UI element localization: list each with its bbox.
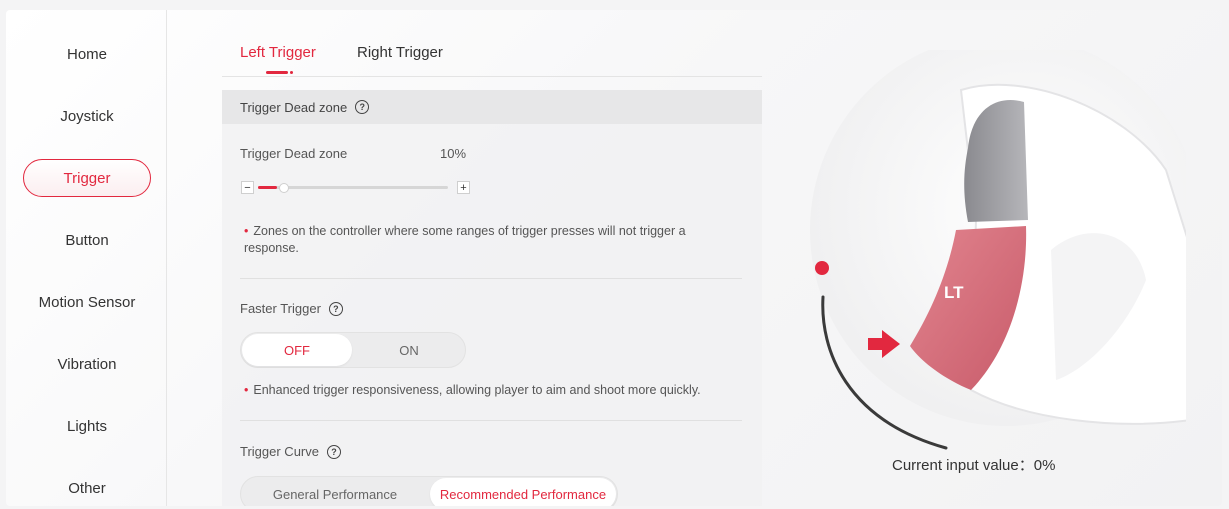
faster-trigger-label: Faster Trigger bbox=[240, 301, 321, 316]
slider-knob[interactable] bbox=[279, 183, 289, 193]
settings-panel: Trigger Dead zone ? Trigger Dead zone 10… bbox=[222, 90, 762, 506]
trigger-curve-label: Trigger Curve bbox=[240, 444, 319, 459]
note-text: Zones on the controller where some range… bbox=[244, 224, 686, 255]
faster-trigger-title: Faster Trigger ? bbox=[240, 301, 343, 316]
trigger-tabs: Left Trigger Right Trigger bbox=[222, 10, 762, 77]
dead-zone-value: 10% bbox=[440, 146, 467, 161]
section-header-dead-zone: Trigger Dead zone ? bbox=[222, 90, 762, 124]
dead-zone-label: Trigger Dead zone bbox=[240, 146, 348, 161]
sidebar-item-joystick[interactable]: Joystick bbox=[23, 97, 151, 135]
bullet-icon: • bbox=[244, 383, 249, 397]
decrease-button[interactable]: − bbox=[241, 181, 254, 194]
dead-zone-note: • Zones on the controller where some rang… bbox=[244, 223, 734, 257]
trigger-label: LT bbox=[944, 283, 964, 302]
input-indicator-dot bbox=[815, 261, 829, 275]
faster-trigger-off-option[interactable]: OFF bbox=[242, 334, 352, 366]
sidebar-item-label: Home bbox=[66, 45, 107, 63]
active-tab-indicator bbox=[266, 71, 293, 74]
sidebar-item-label: Joystick bbox=[60, 107, 114, 125]
sidebar-item-lights[interactable]: Lights bbox=[23, 407, 151, 445]
trigger-curve-recommended-option[interactable]: Recommended Performance bbox=[430, 478, 616, 506]
sidebar-item-button[interactable]: Button bbox=[23, 221, 151, 259]
tab-right-trigger[interactable]: Right Trigger bbox=[357, 44, 443, 61]
sidebar-item-home[interactable]: Home bbox=[23, 35, 151, 73]
faster-trigger-toggle: OFF ON bbox=[240, 332, 466, 368]
sidebar-item-motion-sensor[interactable]: Motion Sensor bbox=[23, 283, 151, 321]
sidebar-item-label: Button bbox=[65, 231, 109, 249]
note-text: Enhanced trigger responsiveness, allowin… bbox=[253, 383, 701, 397]
section-title: Trigger Dead zone bbox=[240, 99, 348, 115]
sidebar-item-other[interactable]: Other bbox=[23, 469, 151, 506]
faster-trigger-note: • Enhanced trigger responsiveness, allowi… bbox=[244, 382, 744, 399]
current-input-readout: Current input value：0% bbox=[892, 457, 1056, 474]
bullet-icon: • bbox=[244, 224, 249, 238]
sidebar-item-label: Lights bbox=[66, 417, 108, 435]
app-window: Home Joystick Trigger Button Motion Sens… bbox=[6, 10, 1222, 506]
controller-trigger-illustration: LT bbox=[810, 50, 1186, 450]
trigger-curve-selector: General Performance Recommended Performa… bbox=[240, 476, 618, 506]
faster-trigger-on-option[interactable]: ON bbox=[354, 334, 464, 366]
trigger-curve-general-option[interactable]: General Performance bbox=[242, 478, 428, 506]
divider bbox=[240, 278, 742, 279]
slider-fill bbox=[258, 186, 277, 189]
trigger-curve-title: Trigger Curve ? bbox=[240, 444, 341, 459]
dead-zone-slider[interactable] bbox=[258, 183, 448, 193]
help-icon[interactable]: ? bbox=[355, 100, 370, 114]
sidebar-item-label: Other bbox=[68, 479, 106, 497]
tab-left-trigger[interactable]: Left Trigger bbox=[240, 44, 316, 61]
increase-button[interactable]: + bbox=[457, 181, 470, 194]
sidebar-item-vibration[interactable]: Vibration bbox=[23, 345, 151, 383]
help-icon[interactable]: ? bbox=[326, 444, 341, 459]
sidebar-item-label: Trigger bbox=[63, 169, 111, 187]
sidebar-item-label: Motion Sensor bbox=[38, 293, 136, 311]
sidebar-item-trigger[interactable]: Trigger bbox=[23, 159, 151, 197]
divider bbox=[240, 420, 742, 421]
help-icon[interactable]: ? bbox=[328, 301, 343, 316]
sidebar: Home Joystick Trigger Button Motion Sens… bbox=[6, 10, 167, 506]
sidebar-item-label: Vibration bbox=[57, 355, 117, 373]
